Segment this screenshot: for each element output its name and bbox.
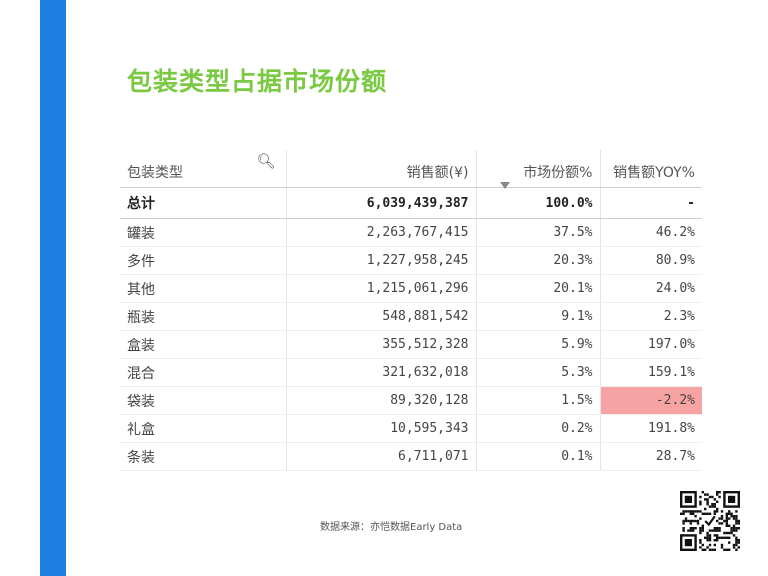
row-sales: 10,595,343 — [285, 414, 476, 443]
total-yoy: - — [599, 187, 702, 219]
header-label: 包装类型 — [127, 165, 183, 181]
page-title: 包装类型占据市场份额 — [127, 67, 388, 96]
row-sales: 548,881,542 — [285, 302, 476, 331]
row-yoy: 2.3% — [599, 302, 702, 331]
total-label: 总计 — [120, 187, 286, 219]
row-package-type: 袋装 — [120, 386, 286, 415]
table-row[interactable]: 罐装 2,263,767,415 37.5% 46.2% — [120, 218, 702, 247]
market-share-table: 包装类型 🔍︎ 销售额(¥) 市场份额% 销售额YOY% 总计 6,039,43… — [120, 150, 702, 471]
row-share: 0.1% — [475, 442, 600, 471]
row-package-type: 多件 — [120, 246, 286, 275]
row-share: 37.5% — [475, 218, 600, 247]
row-share: 9.1% — [475, 302, 600, 331]
accent-bar — [40, 0, 66, 576]
table-row[interactable]: 礼盒 10,595,343 0.2% 191.8% — [120, 414, 702, 443]
search-icon[interactable]: 🔍︎ — [256, 152, 275, 170]
row-sales: 89,320,128 — [285, 386, 476, 415]
row-yoy: 80.9% — [599, 246, 702, 275]
row-share: 1.5% — [475, 386, 600, 415]
row-package-type: 罐装 — [120, 218, 286, 247]
row-package-type: 其他 — [120, 274, 286, 303]
table-row[interactable]: 混合 321,632,018 5.3% 159.1% — [120, 358, 702, 387]
sort-indicator-icon[interactable] — [500, 182, 510, 189]
row-share: 0.2% — [475, 414, 600, 443]
total-sales: 6,039,439,387 — [285, 187, 476, 219]
slide: 包装类型占据市场份额 包装类型 🔍︎ 销售额(¥) 市场份额% 销售额YOY% — [0, 0, 768, 576]
table-row[interactable]: 其他 1,215,061,296 20.1% 24.0% — [120, 274, 702, 303]
row-yoy: 159.1% — [599, 358, 702, 387]
row-share: 5.3% — [475, 358, 600, 387]
source-note: 数据来源：亦恺数据Early Data — [320, 522, 463, 533]
row-yoy: -2.2% — [599, 386, 702, 415]
row-share: 5.9% — [475, 330, 600, 359]
table-row[interactable]: 条装 6,711,071 0.1% 28.7% — [120, 442, 702, 471]
row-package-type: 混合 — [120, 358, 286, 387]
row-sales: 2,263,767,415 — [285, 218, 476, 247]
table-row[interactable]: 盒装 355,512,328 5.9% 197.0% — [120, 330, 702, 359]
total-share: 100.0% — [475, 187, 600, 219]
header-package-type[interactable]: 包装类型 🔍︎ — [120, 150, 286, 188]
row-share: 20.3% — [475, 246, 600, 275]
table-row[interactable]: 多件 1,227,958,245 20.3% 80.9% — [120, 246, 702, 275]
header-market-share[interactable]: 市场份额% — [475, 150, 600, 188]
qr-code-icon — [680, 491, 740, 551]
row-sales: 355,512,328 — [285, 330, 476, 359]
row-package-type: 礼盒 — [120, 414, 286, 443]
header-sales-yoy[interactable]: 销售额YOY% — [599, 150, 702, 188]
row-sales: 1,215,061,296 — [285, 274, 476, 303]
row-yoy: 24.0% — [599, 274, 702, 303]
row-share: 20.1% — [475, 274, 600, 303]
table-row[interactable]: 袋装 89,320,128 1.5% -2.2% — [120, 386, 702, 415]
table-header-row: 包装类型 🔍︎ 销售额(¥) 市场份额% 销售额YOY% — [120, 150, 702, 188]
header-sales[interactable]: 销售额(¥) — [285, 150, 476, 188]
data-table-container: 包装类型 🔍︎ 销售额(¥) 市场份额% 销售额YOY% 总计 6,039,43… — [120, 150, 702, 471]
row-sales: 321,632,018 — [285, 358, 476, 387]
row-package-type: 盒装 — [120, 330, 286, 359]
row-yoy: 28.7% — [599, 442, 702, 471]
table-total-row: 总计 6,039,439,387 100.0% - — [120, 187, 702, 219]
row-yoy: 46.2% — [599, 218, 702, 247]
row-sales: 6,711,071 — [285, 442, 476, 471]
row-yoy: 191.8% — [599, 414, 702, 443]
table-body: 总计 6,039,439,387 100.0% - 罐装 2,263,767,41… — [120, 187, 702, 471]
row-package-type: 条装 — [120, 442, 286, 471]
table-row[interactable]: 瓶装 548,881,542 9.1% 2.3% — [120, 302, 702, 331]
row-package-type: 瓶装 — [120, 302, 286, 331]
row-yoy: 197.0% — [599, 330, 702, 359]
row-sales: 1,227,958,245 — [285, 246, 476, 275]
